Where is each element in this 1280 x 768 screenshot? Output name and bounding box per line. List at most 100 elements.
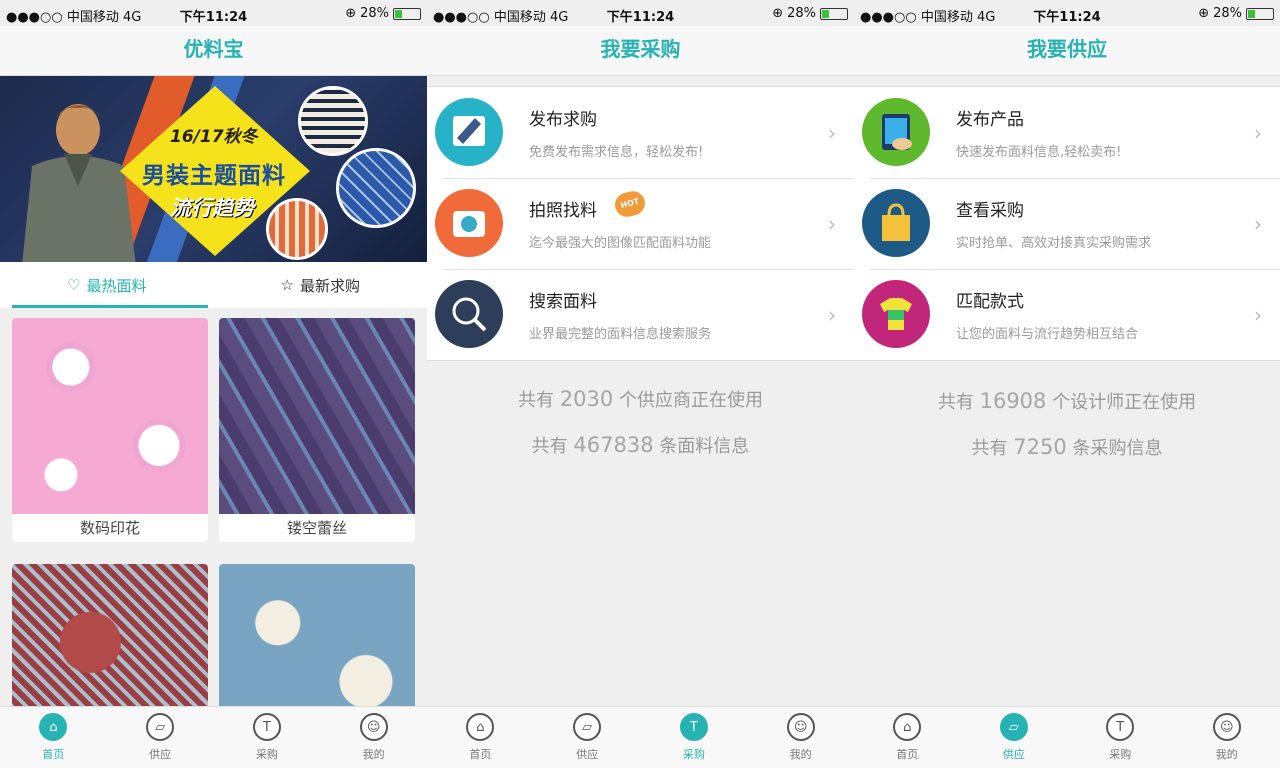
stat-line: 共有 2030 个供应商正在使用 [518,387,763,411]
fabric-swatch-circle [266,198,328,260]
shirt-icon: T [679,713,708,741]
shopping-bag-icon [862,189,930,257]
store-icon: ⌂ [893,713,922,741]
fabric-icon: ▱ [573,713,602,741]
usage-stats: 共有 2030 个供应商正在使用 共有 467838 条面料信息 [427,376,854,468]
battery-icon [1246,7,1274,20]
menu-item-subtitle: 业界最完整的面料信息搜索服务 [529,327,712,342]
purchase-screen: ●●●○○ 中国移动 4G 下午11:24 ⊕ 28% 我要采购 发布求购 免费发… [427,0,854,768]
product-image [219,318,415,514]
nav-home[interactable]: ⌂ 首页 [0,707,107,768]
promo-banner[interactable]: 16/17秋冬 男装主题面料 流行趋势 [0,76,427,262]
status-bar: ●●●○○ 中国移动 4G 下午11:24 ⊕ 28% [854,0,1280,26]
stat-line: 共有 7250 条采购信息 [971,435,1163,459]
tablet-icon [862,98,930,166]
menu-item-subtitle: 免费发布需求信息，轻松发布! [529,145,704,160]
menu-item-title: 查看采购 [956,201,1024,221]
fabric-swatch-circle [336,148,416,228]
banner-headline: 男装主题面料 [142,163,286,189]
battery-icon [393,7,421,20]
user-icon: ☺ [1212,713,1241,741]
menu-item-subtitle: 迄今最强大的图像匹配面料功能 [529,236,712,251]
menu-item-view-purchases[interactable]: 查看采购 实时抢单、高效对接真实采购需求 › [854,178,1280,269]
product-card[interactable]: 数码印花 [12,318,208,542]
battery-status: ⊕ 28% [1198,6,1274,21]
app-header: 优料宝 [0,26,427,76]
battery-icon [820,7,848,20]
battery-status: ⊕ 28% [345,6,421,21]
home-tabs: ♡ 最热面料 ☆ 最新求购 [0,262,427,308]
fabric-icon: ▱ [146,713,175,741]
usage-stats: 共有 16908 个设计师正在使用 共有 7250 条采购信息 [854,378,1280,470]
store-icon: ⌂ [39,713,68,741]
product-image [12,318,208,514]
menu-item-search-fabric[interactable]: 搜索面料 业界最完整的面料信息搜索服务 › [427,269,854,360]
nav-home[interactable]: ⌂ 首页 [854,707,961,768]
lock-rotation-icon: ⊕ [345,6,357,21]
camera-icon [435,189,503,257]
user-icon: ☺ [359,713,388,741]
menu-item-title: 拍照找料 [529,201,597,221]
lock-rotation-icon: ⊕ [1198,6,1210,21]
menu-item-photo-search[interactable]: 拍照找料 HOT 迄今最强大的图像匹配面料功能 › [427,178,854,269]
tab-hot-fabrics[interactable]: ♡ 最热面料 [0,262,214,308]
app-header: 我要供应 [854,26,1280,76]
menu-item-title: 发布求购 [529,110,597,130]
menu-item-title: 发布产品 [956,110,1024,130]
stat-line: 共有 467838 条面料信息 [531,433,750,457]
hot-badge: HOT [612,188,648,220]
stat-line: 共有 16908 个设计师正在使用 [937,389,1197,413]
shirt-icon: T [1106,713,1135,741]
banner-season: 16/17秋冬 [170,127,258,147]
nav-profile[interactable]: ☺ 我的 [320,707,427,768]
home-screen: ●●●○○ 中国移动 4G 下午11:24 ⊕ 28% 优料宝 16/17秋冬 男… [0,0,427,768]
purchase-menu: 发布求购 免费发布需求信息，轻松发布! › 拍照找料 HOT 迄今最强大的图像匹… [427,86,854,361]
bottom-nav: ⌂ 首页 ▱ 供应 T 采购 ☺ 我的 [427,706,854,768]
user-icon: ☺ [786,713,815,741]
chevron-right-icon: › [1254,303,1262,327]
page-title: 我要供应 [1027,37,1107,61]
chevron-right-icon: › [828,303,836,327]
chevron-right-icon: › [828,212,836,236]
app-header: 我要采购 [427,26,854,76]
menu-item-subtitle: 快速发布面料信息,轻松卖布! [956,145,1122,160]
product-card[interactable]: 镂空蕾丝 [219,318,415,542]
shirt-icon: T [252,713,281,741]
tab-latest-requests[interactable]: ☆ 最新求购 [214,262,428,308]
heart-icon: ♡ [67,276,81,294]
chevron-right-icon: › [828,121,836,145]
fabric-icon: ▱ [999,713,1028,741]
product-caption: 数码印花 [79,519,140,537]
product-grid: 数码印花 镂空蕾丝 [12,318,415,760]
search-icon [435,280,503,348]
nav-home[interactable]: ⌂ 首页 [427,707,534,768]
menu-item-post-product[interactable]: 发布产品 快速发布面料信息,轻松卖布! › [854,87,1280,178]
nav-profile[interactable]: ☺ 我的 [747,707,854,768]
bottom-nav: ⌂ 首页 ▱ 供应 T 采购 ☺ 我的 [0,706,427,768]
nav-supply[interactable]: ▱ 供应 [961,707,1068,768]
nav-purchase[interactable]: T 采购 [214,707,321,768]
nav-profile[interactable]: ☺ 我的 [1174,707,1280,768]
store-icon: ⌂ [466,713,495,741]
menu-item-title: 匹配款式 [956,292,1024,312]
tshirt-icon [862,280,930,348]
lock-rotation-icon: ⊕ [772,6,784,21]
banner-tagline: 流行趋势 [170,196,254,220]
nav-purchase[interactable]: T 采购 [1067,707,1174,768]
menu-item-match-styles[interactable]: 匹配款式 让您的面料与流行趋势相互结合 › [854,269,1280,360]
status-bar: ●●●○○ 中国移动 4G 下午11:24 ⊕ 28% [0,0,427,26]
battery-status: ⊕ 28% [772,6,848,21]
supply-screen: ●●●○○ 中国移动 4G 下午11:24 ⊕ 28% 我要供应 发布产品 快速发… [854,0,1280,768]
nav-purchase[interactable]: T 采购 [641,707,748,768]
nav-supply[interactable]: ▱ 供应 [107,707,214,768]
edit-icon [435,98,503,166]
menu-item-subtitle: 实时抢单、高效对接真实采购需求 [956,236,1152,251]
chevron-right-icon: › [1254,212,1262,236]
page-title: 我要采购 [600,37,681,61]
menu-item-post-request[interactable]: 发布求购 免费发布需求信息，轻松发布! › [427,87,854,178]
nav-supply[interactable]: ▱ 供应 [534,707,641,768]
chevron-right-icon: › [1254,121,1262,145]
menu-item-title: 搜索面料 [529,292,597,312]
bottom-nav: ⌂ 首页 ▱ 供应 T 采购 ☺ 我的 [854,706,1280,768]
product-caption: 镂空蕾丝 [286,519,347,537]
